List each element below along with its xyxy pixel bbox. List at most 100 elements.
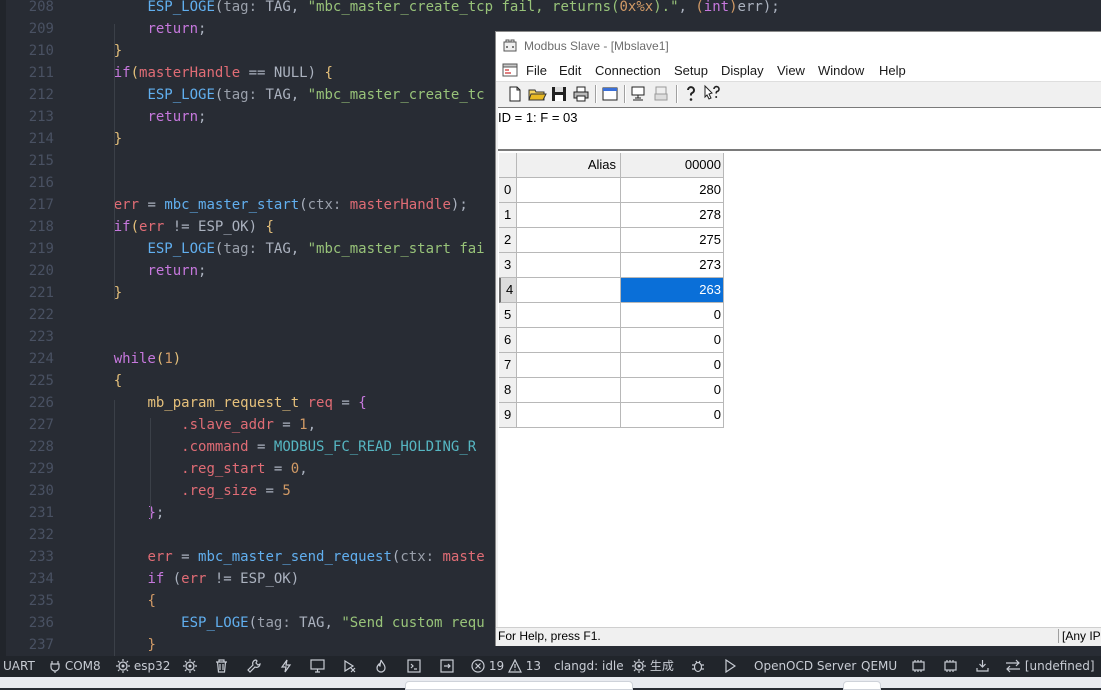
warning-count: 13 <box>525 659 542 673</box>
document-view[interactable]: ID = 1: F = 03 Alias 00000 0 280 1 278 2 275 3 27… <box>498 107 1101 629</box>
flame-button[interactable] <box>375 656 387 677</box>
register-value-cell[interactable]: 278 <box>621 203 724 228</box>
alias-cell[interactable] <box>517 178 621 203</box>
code-token: "Send custom requ <box>341 615 485 631</box>
taskbar-item[interactable] <box>405 681 633 690</box>
menu-file[interactable]: File <box>526 63 547 78</box>
menu-window[interactable]: Window <box>818 63 864 78</box>
menu-display[interactable]: Display <box>721 63 764 78</box>
debug-run-button[interactable] <box>342 656 357 677</box>
line-code: ESP_LOGE(tag: TAG, "mbc_master_create_tc <box>80 84 485 106</box>
help-button[interactable] <box>681 84 701 104</box>
menu-setup[interactable]: Setup <box>674 63 708 78</box>
row-header[interactable]: 5 <box>499 303 517 328</box>
monitor-button[interactable] <box>310 656 325 677</box>
flash-button[interactable] <box>280 656 292 677</box>
row-header[interactable]: 3 <box>499 253 517 278</box>
register-value-cell[interactable]: 0 <box>621 303 724 328</box>
code-token: .command <box>181 439 249 455</box>
alias-cell[interactable] <box>517 203 621 228</box>
disconnect-button[interactable] <box>651 84 671 104</box>
openocd-button[interactable]: OpenOCD Server <box>754 656 856 677</box>
line-code: err = mbc_master_send_request(ctx: maste <box>80 546 485 568</box>
open-button[interactable] <box>527 84 547 104</box>
menu-connection[interactable]: Connection <box>595 63 661 78</box>
register-value-cell[interactable]: 0 <box>621 403 724 428</box>
modbus-slave-window[interactable]: Modbus Slave - [Mbslave1] File Edit Conn… <box>495 31 1101 646</box>
qemu-button[interactable]: QEMU <box>861 656 897 677</box>
target-selector[interactable]: esp32 <box>116 656 170 677</box>
alias-cell[interactable] <box>517 403 621 428</box>
register-value-cell[interactable]: 0 <box>621 328 724 353</box>
build-button[interactable]: 生成 <box>632 656 674 677</box>
flame-icon <box>376 659 386 673</box>
window-button[interactable] <box>600 84 620 104</box>
port-selector[interactable]: COM8 <box>49 656 101 677</box>
line-number: 219 <box>28 241 54 257</box>
sync-status[interactable]: [undefined] <box>1005 656 1095 677</box>
run-button[interactable] <box>724 656 737 677</box>
code-token: return <box>147 21 199 37</box>
terminal-button[interactable] <box>407 656 421 677</box>
register-value-cell[interactable]: 0 <box>621 353 724 378</box>
code-token: 0 <box>290 461 300 477</box>
code-token: "mbc_master_create_tc <box>307 87 485 103</box>
register-value-cell[interactable]: 0 <box>621 378 724 403</box>
settings-button[interactable] <box>183 656 197 677</box>
new-button[interactable] <box>505 84 525 104</box>
trash-button[interactable] <box>215 656 228 677</box>
alias-cell[interactable] <box>517 278 621 303</box>
context-help-button[interactable] <box>703 84 723 104</box>
document-icon[interactable] <box>502 62 518 78</box>
chip-board-button-2[interactable] <box>943 656 958 677</box>
alias-cell[interactable] <box>517 353 621 378</box>
register-value-cell[interactable]: 263 <box>621 278 724 303</box>
menu-help[interactable]: Help <box>879 63 906 78</box>
connect-button[interactable] <box>629 84 649 104</box>
print-button[interactable] <box>571 84 591 104</box>
export-button[interactable] <box>440 656 454 677</box>
alias-header[interactable]: Alias <box>517 153 621 178</box>
code-token: ). <box>653 0 671 15</box>
line-code: mb_param_request_t req = { <box>80 392 366 414</box>
row-header[interactable]: 7 <box>499 353 517 378</box>
row-header[interactable]: 9 <box>499 403 517 428</box>
row-header[interactable]: 2 <box>499 228 517 253</box>
row-header[interactable]: 4 <box>499 278 517 303</box>
code-token: ctx: <box>307 197 342 213</box>
register-value-cell[interactable]: 273 <box>621 253 724 278</box>
toolbar-separator <box>595 85 597 103</box>
row-header[interactable]: 0 <box>499 178 517 203</box>
wrench-button[interactable] <box>247 656 261 677</box>
code-token: tag: <box>223 241 258 257</box>
code-token: while <box>113 351 156 367</box>
line-number: 227 <box>28 417 54 433</box>
uart-label[interactable]: UART <box>3 656 35 677</box>
address-header[interactable]: 00000 <box>621 153 724 178</box>
bug-button[interactable] <box>691 656 705 677</box>
register-value-cell[interactable]: 275 <box>621 228 724 253</box>
alias-cell[interactable] <box>517 303 621 328</box>
alias-cell[interactable] <box>517 378 621 403</box>
alias-cell[interactable] <box>517 328 621 353</box>
chip-board-button[interactable] <box>911 656 926 677</box>
alias-cell[interactable] <box>517 253 621 278</box>
save-button[interactable] <box>549 84 569 104</box>
menu-view[interactable]: View <box>777 63 805 78</box>
window-status-bar: For Help, press F1. [Any IP <box>496 627 1101 646</box>
download-button[interactable] <box>975 656 990 677</box>
row-header[interactable]: 1 <box>499 203 517 228</box>
row-header[interactable]: 8 <box>499 378 517 403</box>
alias-cell[interactable] <box>517 228 621 253</box>
register-value-cell[interactable]: 280 <box>621 178 724 203</box>
row-header[interactable]: 6 <box>499 328 517 353</box>
taskbar-item[interactable] <box>843 681 881 690</box>
indent-guide <box>114 400 115 656</box>
problems-indicator[interactable]: 19 13 <box>471 656 541 677</box>
title-bar[interactable]: Modbus Slave - [Mbslave1] <box>496 32 1101 59</box>
clangd-status[interactable]: clangd: idle <box>554 656 624 677</box>
menu-edit[interactable]: Edit <box>559 63 581 78</box>
code-token: ESP_LOGE <box>147 0 215 15</box>
code-token: return <box>147 109 199 125</box>
code-token: maste <box>442 549 485 565</box>
